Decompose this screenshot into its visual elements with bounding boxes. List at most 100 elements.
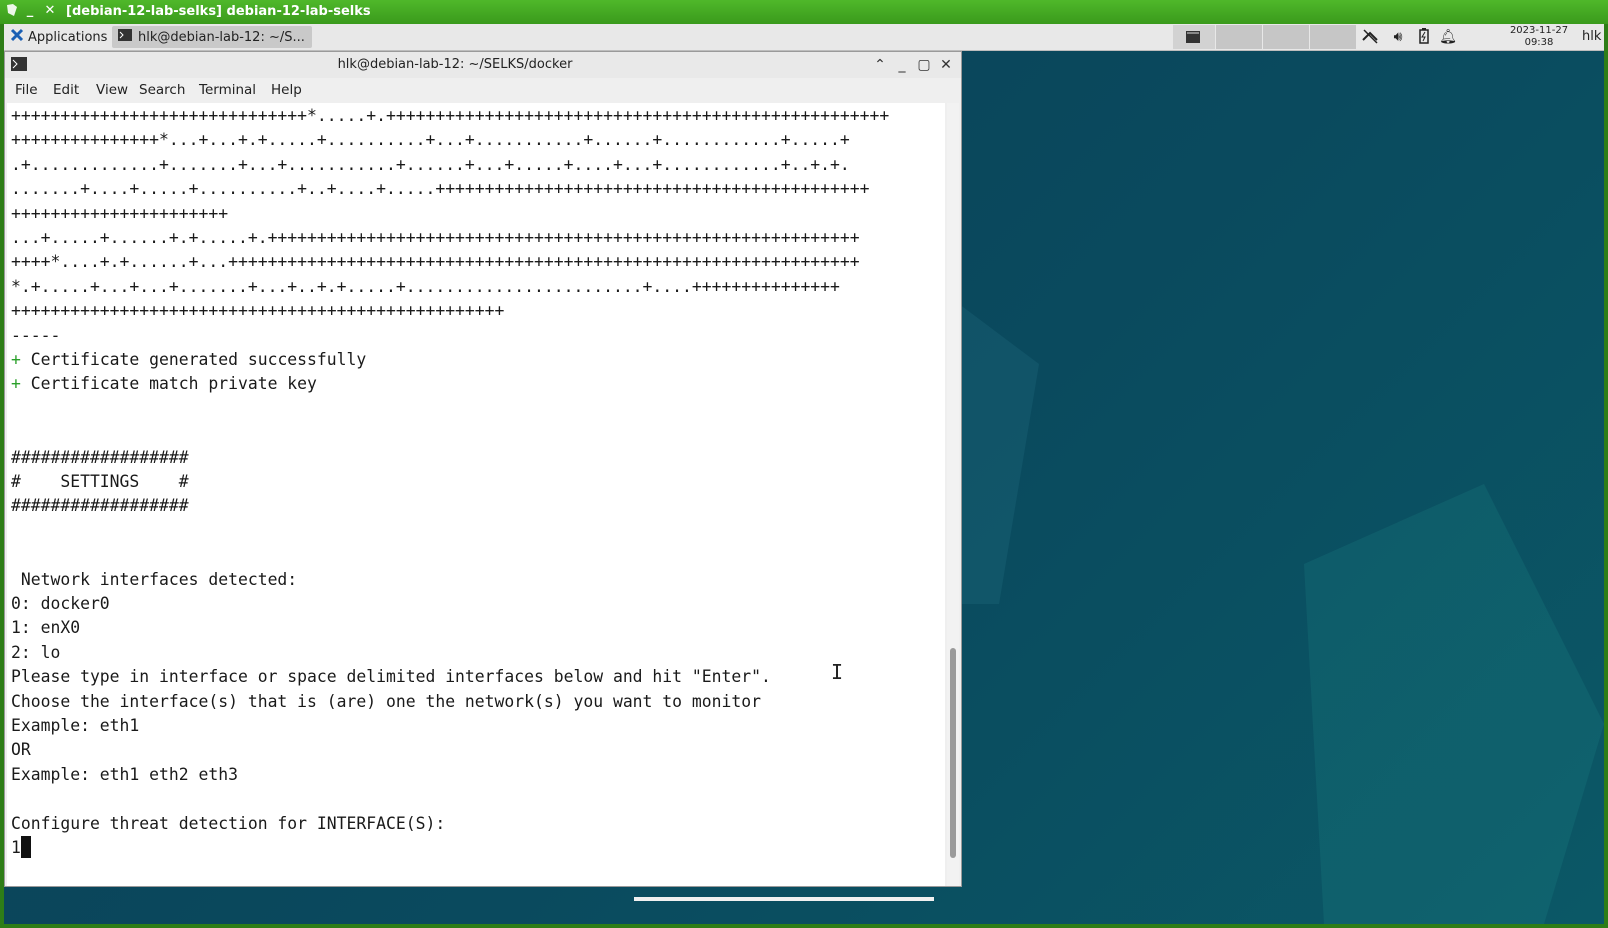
terminal-line-text: ----- bbox=[11, 325, 61, 345]
success-prefix: + bbox=[11, 374, 21, 394]
terminal-line-text: 2: lo bbox=[11, 642, 61, 662]
terminal-line: Configure threat detection for INTERFACE… bbox=[11, 812, 445, 836]
terminal-line: Choose the interface(s) that is (are) on… bbox=[11, 690, 761, 714]
shade-button[interactable]: ⌃ bbox=[871, 56, 889, 74]
bottom-indicator bbox=[634, 897, 934, 901]
terminal-line-text: Example: eth1 eth2 eth3 bbox=[11, 764, 238, 784]
terminal-titlebar[interactable]: hlk@debian-lab-12: ~/SELKS/docker ⌃ _ ▢ … bbox=[5, 52, 961, 78]
volume-icon[interactable]: 🔊︎ bbox=[1389, 28, 1407, 46]
terminal-line-text: OR bbox=[11, 740, 31, 760]
clock-date: 2023-11-27 bbox=[1509, 25, 1569, 36]
terminal-line-text: +++++++++++++++*...+...+.+.....+........… bbox=[11, 130, 850, 150]
terminal-line: ++++++++++++++++++++++ bbox=[11, 202, 228, 226]
workspace-2[interactable] bbox=[1215, 25, 1262, 49]
terminal-scrollbar[interactable] bbox=[947, 103, 959, 886]
terminal-line-text: Configure threat detection for INTERFACE… bbox=[11, 813, 446, 833]
terminal-line-text: ...+.....+......+.+.....+.++++++++++++++… bbox=[11, 228, 860, 247]
terminal-window-title: hlk@debian-lab-12: ~/SELKS/docker bbox=[337, 57, 573, 72]
terminal-line: ################## bbox=[11, 494, 189, 518]
taskbar-terminal-label: hlk@debian-lab-12: ~/S... bbox=[138, 29, 305, 45]
terminal-line: ...+.....+......+.+.....+.++++++++++++++… bbox=[11, 226, 860, 250]
terminal-line-text: Certificate match private key bbox=[20, 374, 317, 394]
vm-window-title: [debian-12-lab-selks] debian-12-lab-selk… bbox=[66, 4, 371, 19]
notification-bell-icon[interactable]: 🔔︎ bbox=[1439, 28, 1457, 46]
terminal-line: ++++++++++++++++++++++++++++++*.....+.++… bbox=[11, 104, 889, 128]
terminal-line-text: ++++++++++++++++++++++ bbox=[11, 203, 229, 223]
top-panel: Applications ≡ hlk@debian-lab-12: ~/S...… bbox=[4, 24, 1604, 51]
terminal-icon bbox=[118, 29, 132, 45]
guest-desktop: Applications ≡ hlk@debian-lab-12: ~/S...… bbox=[4, 24, 1604, 924]
vm-window-titlebar: _ ✕ [debian-12-lab-selks] debian-12-lab-… bbox=[0, 0, 1608, 24]
terminal-line-text: Network interfaces detected: bbox=[11, 569, 298, 589]
terminal-line-text: .+.............+.......+...+...........+… bbox=[11, 154, 850, 174]
success-prefix: + bbox=[11, 350, 21, 369]
terminal-line: 1 bbox=[11, 836, 31, 860]
terminal-line: # SETTINGS # bbox=[11, 470, 189, 494]
terminal-line: *.+.....+...+...+.......+...+..+.+.....+… bbox=[11, 275, 840, 299]
menu-edit[interactable]: Edit bbox=[53, 82, 79, 98]
menu-view[interactable]: View bbox=[96, 82, 128, 98]
menu-file[interactable]: File bbox=[15, 82, 38, 98]
terminal-line-text: ################## bbox=[11, 496, 189, 516]
terminal-line: OR bbox=[11, 738, 31, 762]
applications-label: Applications bbox=[28, 29, 108, 45]
vm-close-button[interactable]: ✕ bbox=[42, 3, 58, 19]
terminal-line: .......+....+.....+..........+..+....+..… bbox=[11, 177, 870, 201]
terminal-window: hlk@debian-lab-12: ~/SELKS/docker ⌃ _ ▢ … bbox=[4, 51, 962, 887]
terminal-output[interactable]: ++++++++++++++++++++++++++++++*.....+.++… bbox=[7, 103, 945, 886]
terminal-line-text: 1: enX0 bbox=[11, 618, 81, 638]
terminal-line: + Certificate generated successfully bbox=[11, 348, 366, 372]
terminal-menubar: File Edit View Search Terminal Help bbox=[5, 78, 961, 102]
terminal-line: ++++++++++++++++++++++++++++++++++++++++… bbox=[11, 299, 504, 323]
vm-minimize-button[interactable]: _ bbox=[22, 3, 38, 19]
maximize-button[interactable]: ▢ bbox=[915, 56, 933, 74]
network-disconnected-icon[interactable] bbox=[1361, 28, 1379, 46]
terminal-line-text: .......+....+.....+..........+..+....+..… bbox=[11, 179, 870, 199]
workspace-4[interactable] bbox=[1309, 25, 1356, 49]
xfce-logo-icon bbox=[10, 28, 24, 46]
terminal-line-text: *.+.....+...+...+.......+...+..+.+.....+… bbox=[11, 276, 840, 296]
panel-clock[interactable]: 2023-11-27 09:38 bbox=[1504, 25, 1574, 49]
wallpaper-shape bbox=[959, 304, 1039, 604]
workspace-3[interactable] bbox=[1262, 25, 1309, 49]
vm-menu-icon[interactable] bbox=[4, 3, 20, 19]
terminal-line: 1: enX0 bbox=[11, 616, 80, 640]
terminal-line: ----- bbox=[11, 324, 60, 348]
terminal-line-text: Please type in interface or space delimi… bbox=[11, 667, 771, 687]
menu-help[interactable]: Help bbox=[271, 82, 302, 98]
scrollbar-thumb[interactable] bbox=[950, 648, 956, 858]
clock-time: 09:38 bbox=[1524, 37, 1554, 48]
terminal-line: + Certificate match private key bbox=[11, 372, 317, 396]
terminal-line-text: ++++*....+.+......+...++++++++++++++++++… bbox=[11, 252, 860, 272]
battery-icon[interactable] bbox=[1415, 28, 1433, 46]
terminal-line: Please type in interface or space delimi… bbox=[11, 665, 771, 689]
terminal-line-text: ++++++++++++++++++++++++++++++*.....+.++… bbox=[11, 106, 890, 125]
terminal-line-text: ################## bbox=[11, 447, 189, 467]
terminal-line-text: Example: eth1 bbox=[11, 716, 140, 735]
terminal-line: 0: docker0 bbox=[11, 592, 110, 616]
terminal-line-text: Choose the interface(s) that is (are) on… bbox=[11, 691, 761, 711]
taskbar-terminal-button[interactable]: hlk@debian-lab-12: ~/S... bbox=[112, 26, 312, 48]
terminal-line: ++++*....+.+......+...++++++++++++++++++… bbox=[11, 250, 860, 274]
terminal-line: ################## bbox=[11, 446, 189, 470]
menu-search[interactable]: Search bbox=[139, 82, 185, 98]
terminal-line: Example: eth1 eth2 eth3 bbox=[11, 763, 238, 787]
terminal-line-text: 1 bbox=[11, 838, 21, 857]
terminal-line: 2: lo bbox=[11, 641, 60, 665]
terminal-line-text: # SETTINGS # bbox=[11, 472, 189, 491]
terminal-line-text: ++++++++++++++++++++++++++++++++++++++++… bbox=[11, 301, 505, 321]
close-button[interactable]: ✕ bbox=[937, 56, 955, 74]
text-cursor bbox=[20, 836, 31, 858]
terminal-line: .+.............+.......+...+...........+… bbox=[11, 153, 850, 177]
wallpaper-shape bbox=[1304, 484, 1604, 924]
workspace-1[interactable] bbox=[1172, 25, 1215, 49]
panel-user-menu[interactable]: hlk bbox=[1582, 29, 1601, 44]
menu-terminal[interactable]: Terminal bbox=[199, 82, 256, 98]
minimize-button[interactable]: _ bbox=[893, 56, 911, 74]
terminal-line-text: 0: docker0 bbox=[11, 594, 110, 613]
mouse-ibeam-cursor-icon: I bbox=[831, 660, 844, 684]
terminal-line-text: Certificate generated successfully bbox=[20, 350, 367, 369]
applications-menu-button[interactable]: Applications ≡ bbox=[6, 26, 126, 48]
terminal-line: +++++++++++++++*...+...+.+.....+........… bbox=[11, 128, 850, 152]
terminal-line: Example: eth1 bbox=[11, 714, 139, 738]
